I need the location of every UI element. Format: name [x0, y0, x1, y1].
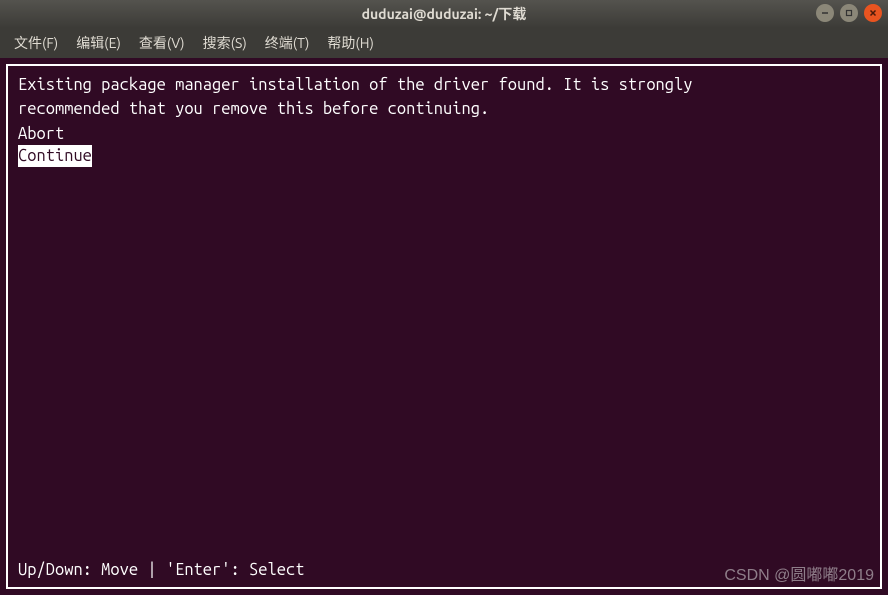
window-title: duduzai@duduzai: ~/下载: [362, 4, 527, 24]
menu-file[interactable]: 文件(F): [6, 29, 66, 57]
terminal-area[interactable]: Existing package manager installation of…: [0, 58, 888, 595]
minimize-icon[interactable]: [816, 4, 834, 22]
watermark: CSDN @圆嘟嘟2019: [724, 561, 874, 585]
titlebar: duduzai@duduzai: ~/下载: [0, 0, 888, 28]
menubar: 文件(F) 编辑(E) 查看(V) 搜索(S) 终端(T) 帮助(H): [0, 28, 888, 58]
option-continue[interactable]: Continue: [18, 145, 870, 167]
option-label: Abort: [18, 123, 64, 145]
close-icon[interactable]: [864, 4, 882, 22]
maximize-icon[interactable]: [840, 4, 858, 22]
terminal-frame: Existing package manager installation of…: [6, 64, 882, 589]
option-abort[interactable]: Abort: [18, 123, 870, 145]
menu-help[interactable]: 帮助(H): [319, 29, 382, 57]
menu-view[interactable]: 查看(V): [131, 29, 193, 57]
message-line: Existing package manager installation of…: [18, 74, 870, 96]
menu-search[interactable]: 搜索(S): [195, 29, 255, 57]
footer-hint: Up/Down: Move | 'Enter': Select: [18, 559, 304, 581]
menu-edit[interactable]: 编辑(E): [68, 29, 129, 57]
option-label: Continue: [18, 145, 92, 167]
menu-terminal[interactable]: 终端(T): [257, 29, 318, 57]
window-controls: [816, 4, 882, 22]
message-line: recommended that you remove this before …: [18, 98, 870, 120]
